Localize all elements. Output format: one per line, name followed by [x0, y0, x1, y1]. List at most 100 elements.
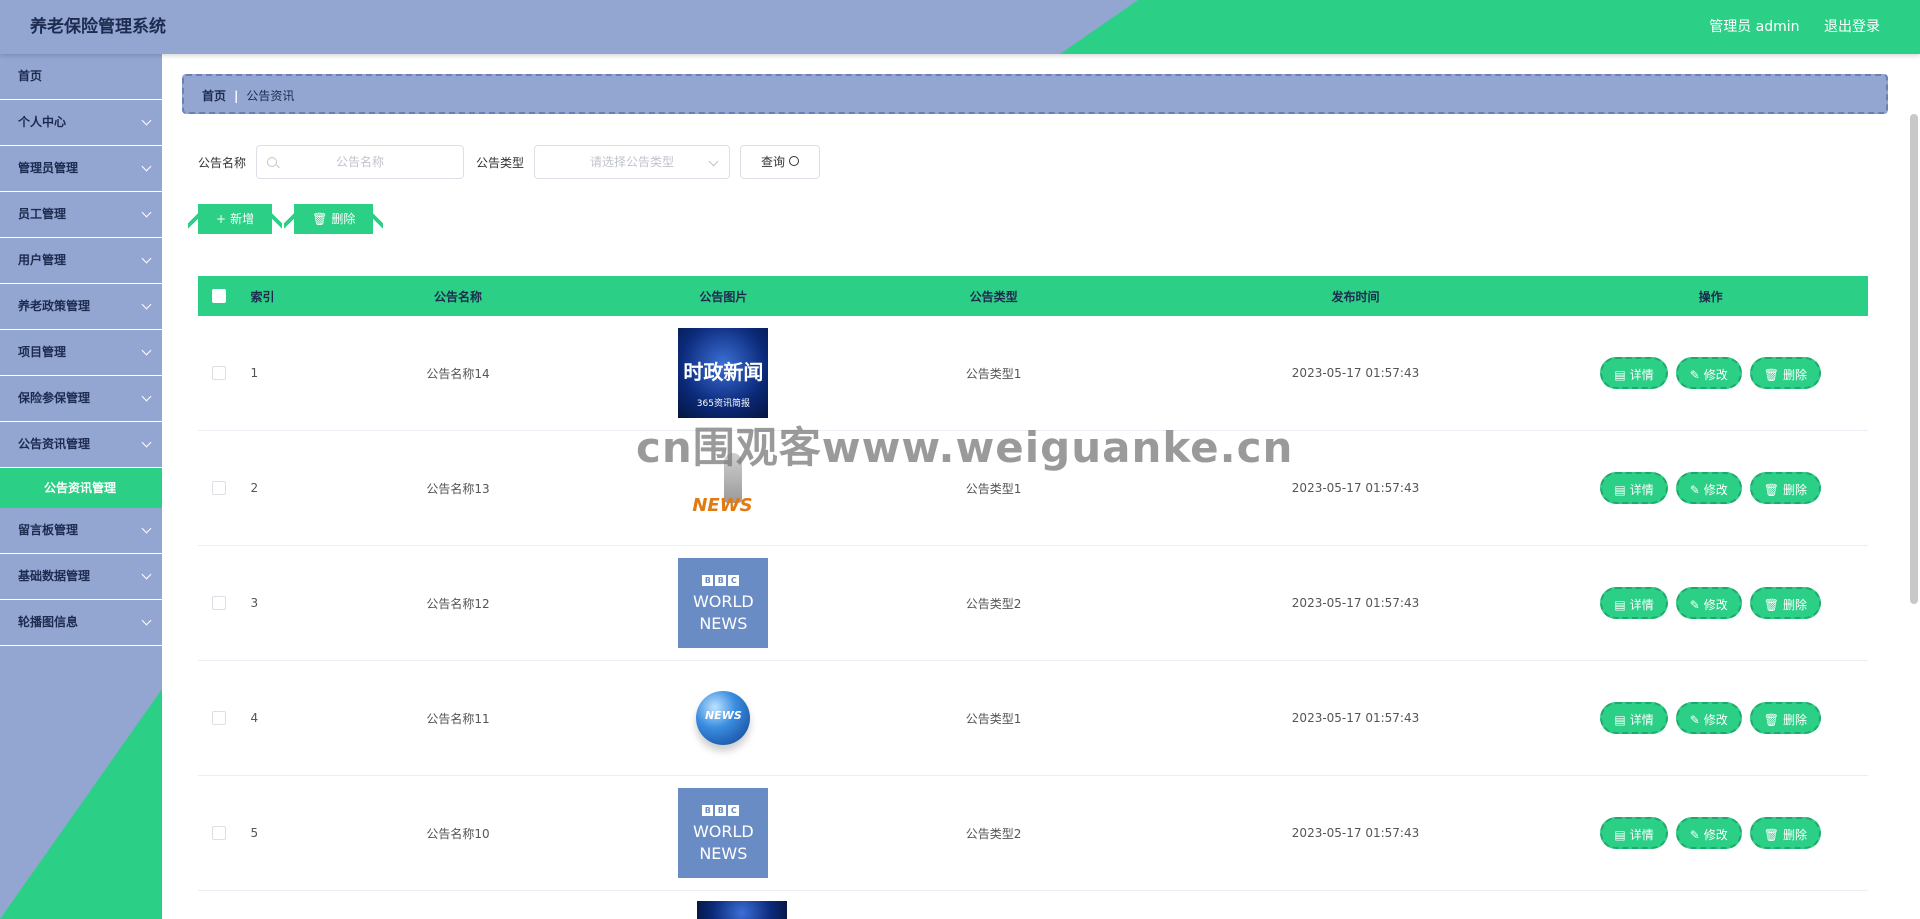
row-checkbox[interactable]: [212, 366, 227, 381]
document-icon: ▤: [1614, 368, 1626, 382]
breadcrumb-home[interactable]: 首页: [202, 89, 226, 103]
sidebar-item-label: 公告资讯管理: [18, 437, 91, 451]
image-caption: WORLD: [692, 822, 754, 841]
edit-button[interactable]: ✎ 修改: [1675, 817, 1742, 849]
detail-button-label: 详情: [1629, 713, 1654, 727]
announcement-image: B B C WORLD NEWS: [678, 788, 769, 878]
row-type: 公告类型2: [965, 826, 1022, 841]
row-checkbox[interactable]: [212, 596, 227, 611]
detail-button[interactable]: ▤ 详情: [1600, 357, 1668, 389]
query-button[interactable]: 查询: [740, 145, 821, 179]
logout-link[interactable]: 退出登录: [1824, 19, 1880, 35]
main-content: 首页 | 公告资讯 公告名称 公告名称 公告类型 请选择公告类型 查询 + 新增 🗑 删…: [162, 54, 1920, 919]
name-filter-label: 公告名称: [198, 155, 247, 170]
chevron-down-icon: [708, 156, 719, 167]
plus-icon: +: [216, 212, 227, 226]
row-checkbox[interactable]: [212, 711, 227, 726]
detail-button-label: 详情: [1629, 828, 1654, 842]
breadcrumb: 首页 | 公告资讯: [182, 74, 1888, 114]
row-delete-button[interactable]: 🗑 删除: [1749, 817, 1822, 849]
sidebar: 首页 个人中心 管理员管理 员工管理 用户管理 养老政策管理 项目管理 保险参保…: [0, 54, 162, 919]
detail-button[interactable]: ▤ 详情: [1600, 472, 1668, 504]
sidebar-item-announcement-management[interactable]: 公告资讯管理: [0, 422, 162, 468]
document-icon: ▤: [1614, 483, 1626, 497]
type-select[interactable]: 请选择公告类型: [534, 145, 731, 179]
sidebar-item-project-management[interactable]: 项目管理: [0, 330, 162, 376]
edit-icon: ✎: [1689, 828, 1700, 842]
watermark-text: cn围观客www.weiguanke.cn: [636, 423, 1294, 472]
document-icon: ▤: [1614, 598, 1626, 612]
row-actions: ▤ 详情 ✎ 修改 🗑 删除: [1553, 587, 1868, 619]
row-time: 2023-05-17 01:57:43: [1291, 826, 1420, 840]
detail-button[interactable]: ▤ 详情: [1600, 817, 1668, 849]
chevron-down-icon: [141, 569, 152, 580]
bbc-logo: BBC: [702, 802, 741, 816]
sidebar-item-insurance-enrollment[interactable]: 保险参保管理: [0, 376, 162, 422]
app-title: 养老保险管理系统: [30, 17, 166, 37]
column-header-time: 发布时间: [1331, 289, 1380, 304]
column-header-name: 公告名称: [433, 289, 482, 304]
announcement-image: [697, 901, 787, 919]
name-search-placeholder: 公告名称: [336, 155, 385, 169]
sidebar-subitem-announcement[interactable]: 公告资讯管理: [0, 468, 162, 508]
sidebar-item-base-data[interactable]: 基础数据管理: [0, 554, 162, 600]
document-icon: ▤: [1614, 713, 1626, 727]
sidebar-item-message-board[interactable]: 留言板管理: [0, 508, 162, 554]
sidebar-item-user-management[interactable]: 用户管理: [0, 238, 162, 284]
sidebar-item-carousel[interactable]: 轮播图信息: [0, 600, 162, 646]
column-header-image: 公告图片: [699, 289, 748, 304]
edit-icon: ✎: [1689, 483, 1700, 497]
trash-icon: 🗑: [1763, 713, 1780, 727]
sidebar-item-personal-center[interactable]: 个人中心: [0, 100, 162, 146]
column-header-index: 索引: [250, 289, 275, 304]
trash-icon: 🗑: [1763, 598, 1780, 612]
row-name: 公告名称11: [426, 711, 490, 726]
sidebar-item-label: 个人中心: [18, 115, 67, 129]
row-name: 公告名称14: [426, 366, 490, 381]
name-search-input[interactable]: 公告名称: [256, 145, 465, 179]
detail-button-label: 详情: [1629, 483, 1654, 497]
image-caption: 时政新闻: [683, 360, 764, 384]
header-user-area: 管理员 admin 退出登录: [1689, 0, 1880, 54]
sidebar-item-employee-management[interactable]: 员工管理: [0, 192, 162, 238]
trash-icon: 🗑: [1763, 368, 1780, 382]
sidebar-item-home[interactable]: 首页: [0, 54, 162, 100]
sidebar-item-pension-policy[interactable]: 养老政策管理: [0, 284, 162, 330]
row-time: 2023-05-17 01:57:43: [1291, 711, 1420, 725]
sidebar-item-label: 轮播图信息: [18, 615, 79, 629]
admin-user-label[interactable]: 管理员 admin: [1709, 19, 1799, 35]
row-delete-button-label: 删除: [1783, 368, 1808, 382]
scrollbar[interactable]: [1910, 114, 1918, 604]
chevron-down-icon: [141, 299, 152, 310]
edit-button[interactable]: ✎ 修改: [1675, 702, 1742, 734]
row-checkbox[interactable]: [212, 481, 227, 496]
row-delete-button-label: 删除: [1783, 598, 1808, 612]
top-header: 养老保险管理系统 管理员 admin 退出登录: [0, 0, 1920, 54]
edit-button[interactable]: ✎ 修改: [1675, 357, 1742, 389]
detail-button[interactable]: ▤ 详情: [1600, 587, 1668, 619]
chevron-down-icon: [141, 253, 152, 264]
delete-button[interactable]: 🗑 删除: [284, 198, 374, 240]
sidebar-accent-shape: [0, 689, 162, 919]
sidebar-item-admin-management[interactable]: 管理员管理: [0, 146, 162, 192]
row-delete-button[interactable]: 🗑 删除: [1749, 472, 1822, 504]
edit-button-label: 修改: [1703, 598, 1728, 612]
row-delete-button-label: 删除: [1783, 828, 1808, 842]
add-button-label: 新增: [230, 212, 255, 226]
row-delete-button[interactable]: 🗑 删除: [1749, 587, 1822, 619]
edit-button-label: 修改: [1703, 368, 1728, 382]
column-header-actions: 操作: [1698, 289, 1723, 304]
row-delete-button[interactable]: 🗑 删除: [1749, 357, 1822, 389]
row-index: 4: [250, 711, 259, 725]
detail-button[interactable]: ▤ 详情: [1600, 702, 1668, 734]
table-row: 3 公告名称12 B B C WORLD NEWS 公告类型2 2023-05-17 0…: [198, 546, 1868, 661]
add-button[interactable]: + 新增: [187, 198, 273, 240]
edit-button[interactable]: ✎ 修改: [1675, 472, 1742, 504]
search-bar: 公告名称 公告名称 公告类型 请选择公告类型 查询: [198, 144, 821, 180]
row-checkbox[interactable]: [212, 826, 227, 841]
row-index: 1: [250, 366, 259, 380]
edit-button[interactable]: ✎ 修改: [1675, 587, 1742, 619]
select-all-checkbox[interactable]: [212, 289, 227, 304]
row-delete-button[interactable]: 🗑 删除: [1749, 702, 1822, 734]
chevron-down-icon: [141, 523, 152, 534]
